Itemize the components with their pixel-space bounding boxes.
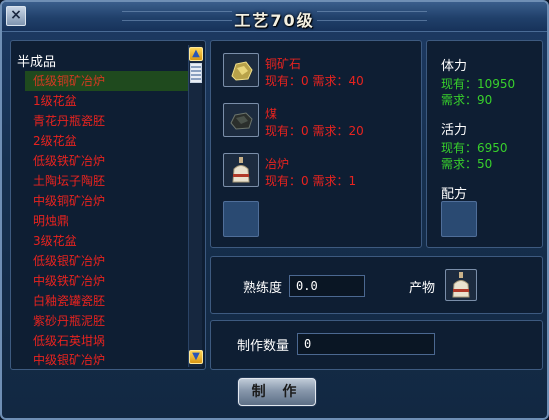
quantity-panel: 制作数量 0 <box>210 320 543 370</box>
product-furnace-icon[interactable] <box>445 269 477 301</box>
make-button[interactable]: 制 作 <box>238 378 316 406</box>
list-item[interactable]: 中级银矿冶炉 <box>33 350 105 370</box>
list-item[interactable]: 青花丹瓶瓷胚 <box>33 111 105 131</box>
material-name: 冶炉 <box>265 157 290 171</box>
list-item[interactable]: 1级花盆 <box>33 91 77 111</box>
empty-material-slot[interactable] <box>223 201 259 237</box>
material-quantity: 现有：0 需求：20 <box>265 124 364 138</box>
list-item[interactable]: 低级石英坩埚 <box>33 331 105 351</box>
material-quantity: 现有：0 需求：1 <box>265 174 357 188</box>
scroll-up-button[interactable]: ▲ <box>189 47 203 61</box>
quantity-input[interactable]: 0 <box>297 333 435 355</box>
title-bar[interactable]: 工艺70级 × <box>2 2 547 32</box>
quantity-label: 制作数量 <box>237 339 290 354</box>
recipe-title: 配方 <box>441 187 468 202</box>
crafting-window: 工艺70级 × 半成品 低级铜矿冶炉 1级花盆 青花丹瓶瓷胚 2级花盆 低级铁矿… <box>0 0 549 420</box>
list-category-header[interactable]: 半成品 <box>17 51 56 70</box>
close-button[interactable]: × <box>6 6 26 26</box>
list-item[interactable]: 低级铁矿冶炉 <box>33 151 105 171</box>
materials-panel: 铜矿石 现有：0 需求：40 煤 现有：0 需求：20 冶炉 现有：0 需求：1 <box>210 40 422 248</box>
coal-icon[interactable] <box>223 103 259 137</box>
stats-panel: 体力 现有：10950 需求：90 活力 现有：6950 需求：50 配方 <box>426 40 543 248</box>
stamina-current: 现有：10950 <box>441 77 516 91</box>
window-title: 工艺70级 <box>234 11 315 30</box>
vitality-current: 现有：6950 <box>441 141 508 155</box>
list-item[interactable]: 中级铜矿冶炉 <box>33 191 105 211</box>
furnace-icon[interactable] <box>223 153 259 187</box>
proficiency-panel: 熟练度 0.0 产物 <box>210 256 543 314</box>
stamina-required: 需求：90 <box>441 93 493 107</box>
scroll-thumb[interactable] <box>190 63 202 83</box>
vitality-title: 活力 <box>441 123 468 138</box>
list-item[interactable]: 白釉瓷罐瓷胚 <box>33 291 105 311</box>
list-item[interactable]: 2级花盆 <box>33 131 77 151</box>
proficiency-field: 0.0 <box>289 275 365 297</box>
material-name: 煤 <box>265 107 278 121</box>
material-name: 铜矿石 <box>265 57 302 71</box>
scroll-down-button[interactable]: ▼ <box>189 350 203 364</box>
list-item[interactable]: 3级花盆 <box>33 231 77 251</box>
list-item-selected[interactable]: 低级铜矿冶炉 <box>25 71 193 91</box>
list-scrollbar[interactable]: ▲ ▼ <box>188 45 203 367</box>
stamina-title: 体力 <box>441 59 468 74</box>
material-quantity: 现有：0 需求：40 <box>265 74 364 88</box>
recipe-slot[interactable] <box>441 201 477 237</box>
proficiency-label: 熟练度 <box>243 281 283 296</box>
list-item[interactable]: 低级银矿冶炉 <box>33 251 105 271</box>
copper-ore-icon[interactable] <box>223 53 259 87</box>
list-item[interactable]: 明烛鼎 <box>33 211 69 231</box>
vitality-required: 需求：50 <box>441 157 493 171</box>
list-item[interactable]: 土陶坛子陶胚 <box>33 171 105 191</box>
item-list-panel: 半成品 低级铜矿冶炉 1级花盆 青花丹瓶瓷胚 2级花盆 低级铁矿冶炉 土陶坛子陶… <box>10 40 206 370</box>
list-item[interactable]: 紫砂丹瓶泥胚 <box>33 311 105 331</box>
list-item[interactable]: 中级铁矿冶炉 <box>33 271 105 291</box>
product-label: 产物 <box>409 281 436 296</box>
